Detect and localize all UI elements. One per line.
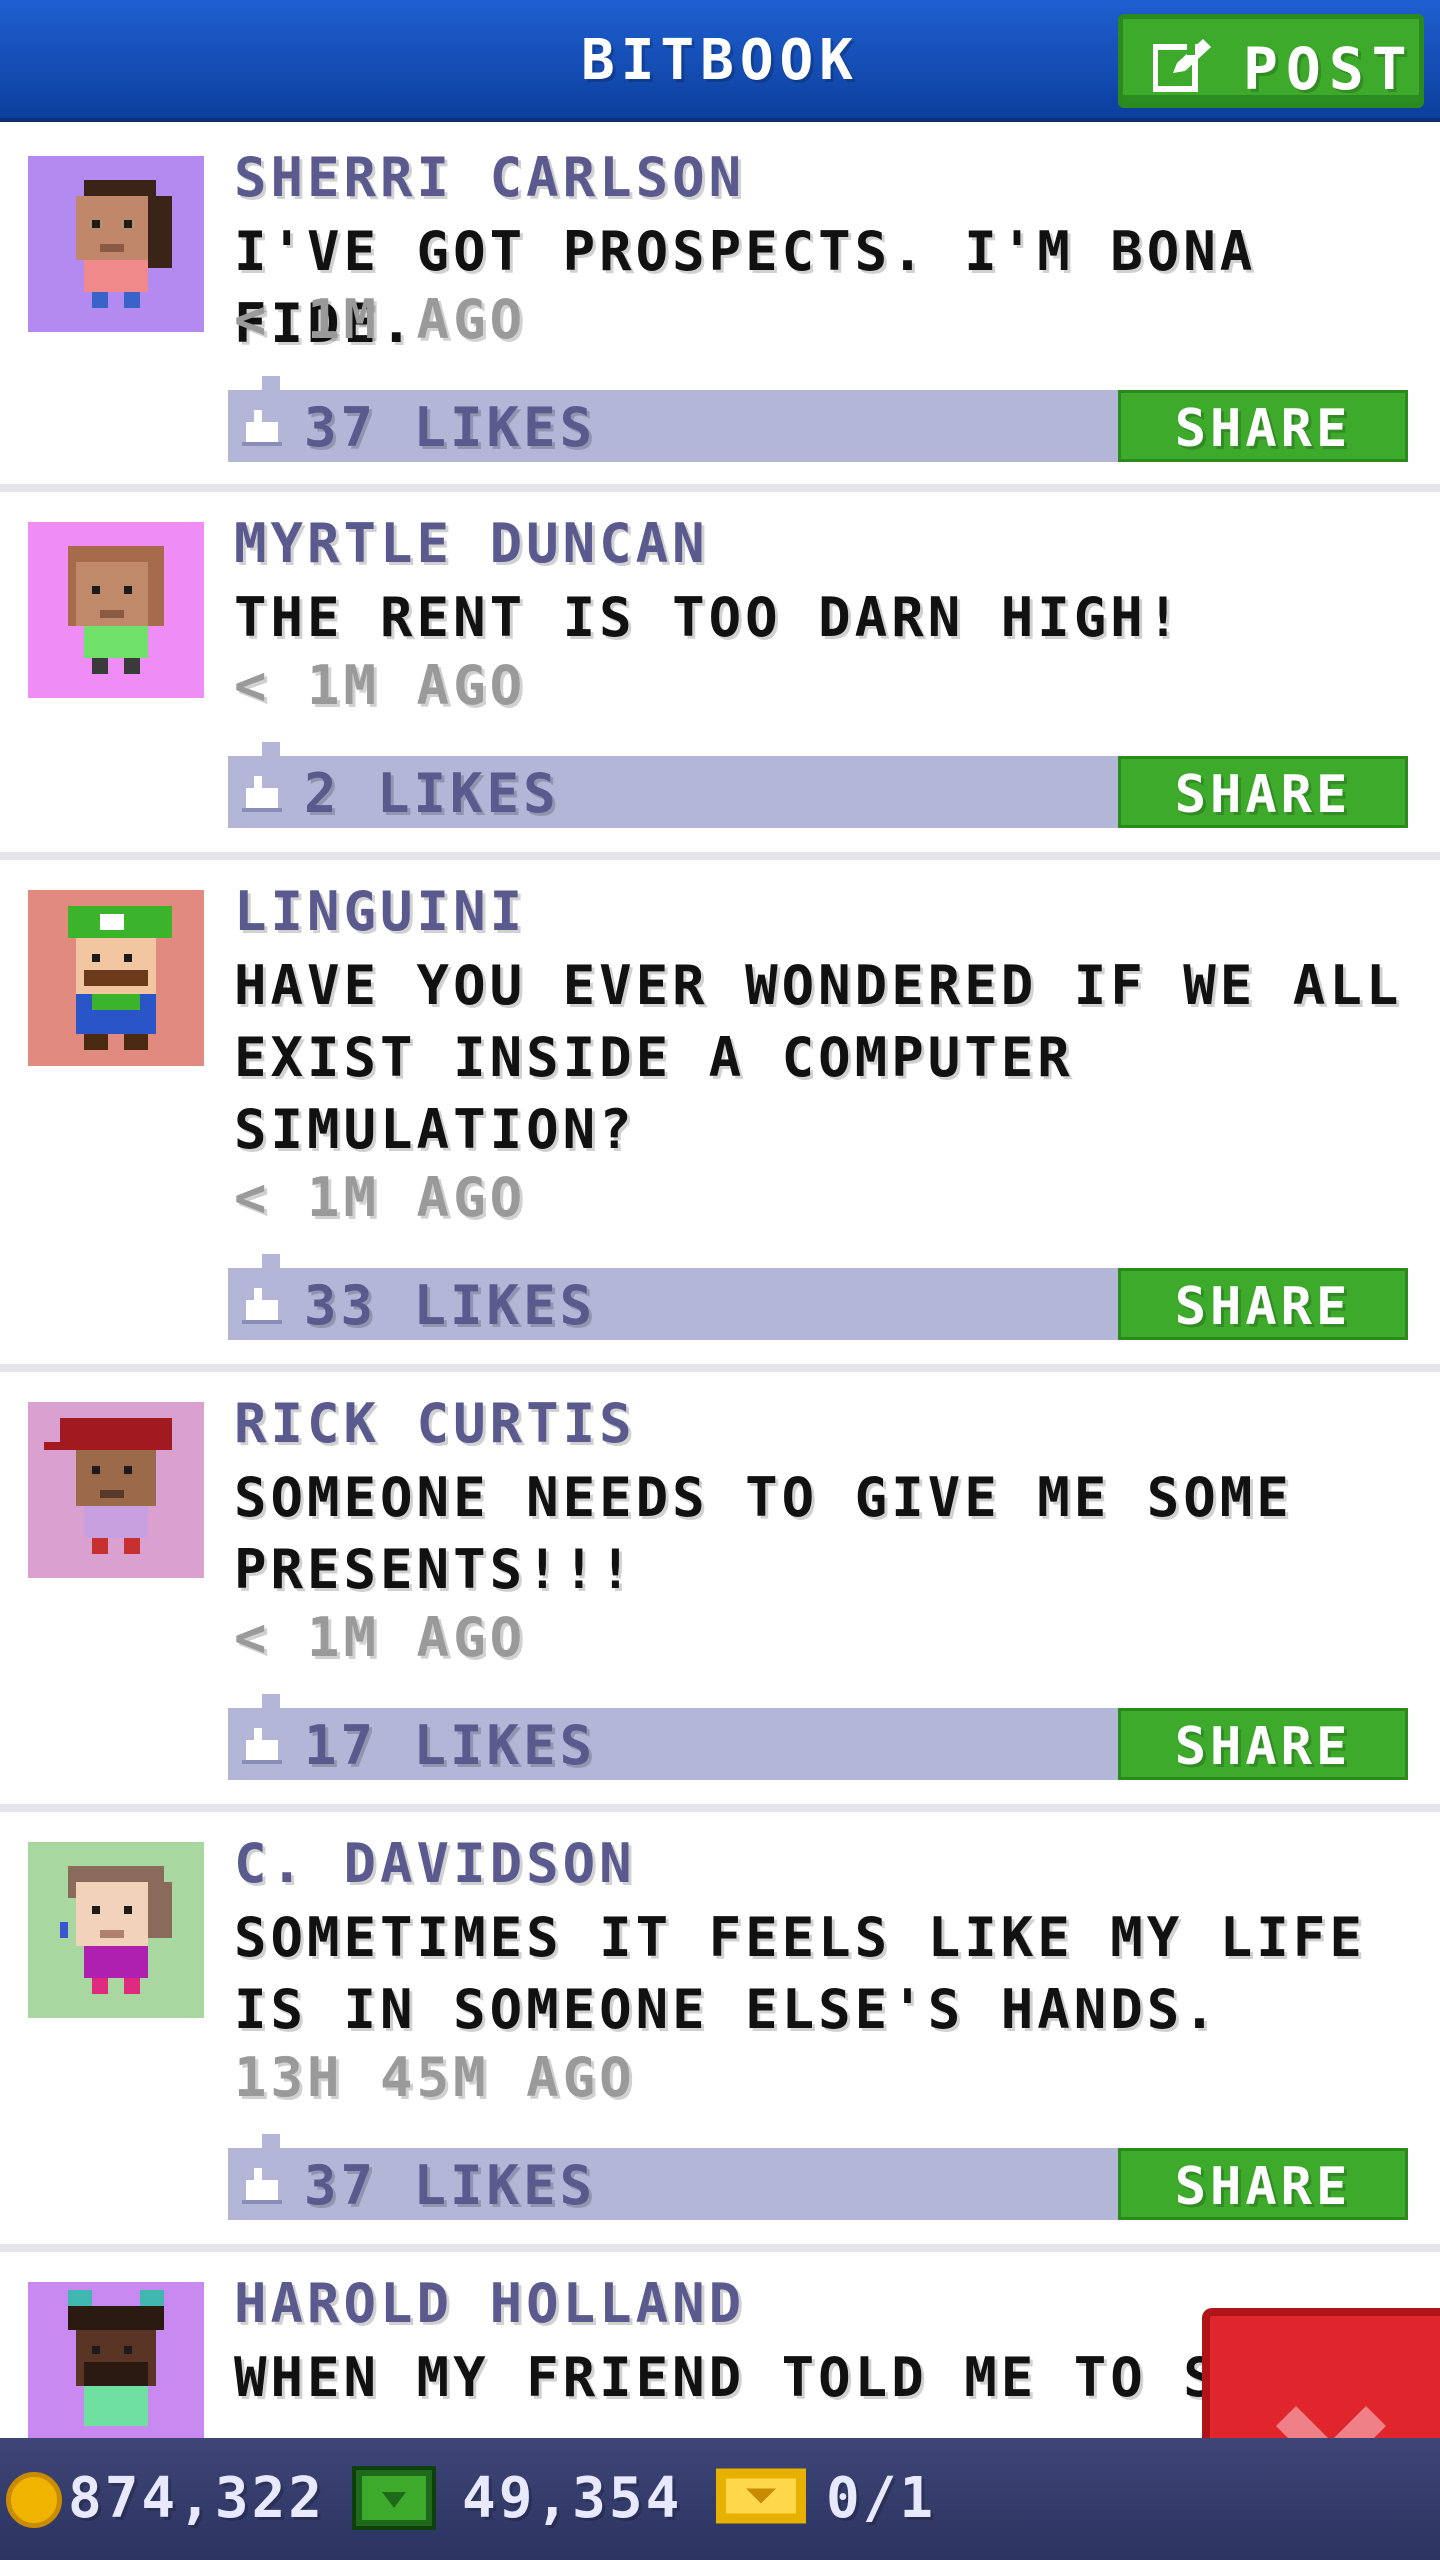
cash-icon: [352, 2466, 436, 2530]
avatar: [28, 1842, 204, 2018]
post-card: C. DAVIDSON SOMETIMES IT FEELS LIKE MY L…: [0, 1812, 1440, 2252]
post-author[interactable]: RICK CURTIS: [234, 1392, 636, 1455]
currency-bar: 874,322 49,354 0/1: [0, 2438, 1440, 2560]
post-timestamp: < 1M AGO: [234, 654, 527, 717]
likes-notch: [262, 1694, 280, 1708]
avatar: [28, 1402, 204, 1578]
share-label: SHARE: [1174, 2157, 1352, 2217]
likes-count: 17 LIKES: [304, 1714, 597, 1777]
share-button[interactable]: SHARE: [1118, 2148, 1408, 2220]
post-author[interactable]: C. DAVIDSON: [234, 1832, 636, 1895]
post-author[interactable]: SHERRI CARLSON: [234, 146, 745, 209]
share-label: SHARE: [1174, 399, 1352, 459]
cash-amount: 49,354: [462, 2466, 683, 2531]
post-label: POST: [1243, 35, 1415, 103]
likes-bar: 2 LIKES SHARE: [228, 742, 1408, 828]
ticket-icon: [716, 2468, 806, 2524]
avatar: [28, 156, 204, 332]
coins-amount: 874,322: [68, 2466, 326, 2531]
share-label: SHARE: [1174, 1717, 1352, 1777]
post-author[interactable]: HAROLD HOLLAND: [234, 2272, 745, 2335]
thumbs-up-icon: [242, 776, 282, 812]
avatar: [28, 890, 204, 1066]
share-button[interactable]: SHARE: [1118, 390, 1408, 462]
likes-count: 37 LIKES: [304, 2154, 597, 2217]
avatar: [28, 2282, 204, 2458]
post-timestamp: < 1M AGO: [234, 288, 527, 351]
thumbs-up-icon: [242, 410, 282, 446]
post-card: SHERRI CARLSON I'VE GOT PROSPECTS. I'M B…: [0, 126, 1440, 492]
likes-count: 33 LIKES: [304, 1274, 597, 1337]
avatar: [28, 522, 204, 698]
share-label: SHARE: [1174, 765, 1352, 825]
tickets-amount: 0/1: [826, 2466, 937, 2531]
post-message: HAVE YOU EVER WONDERED IF WE ALL EXIST I…: [234, 954, 1403, 1161]
share-button[interactable]: SHARE: [1118, 1268, 1408, 1340]
post-author[interactable]: MYRTLE DUNCAN: [234, 512, 709, 575]
post-timestamp: < 1M AGO: [234, 1166, 527, 1229]
likes-notch: [262, 376, 280, 390]
post-message: SOMETIMES IT FEELS LIKE MY LIFE IS IN SO…: [234, 1906, 1366, 2041]
likes-notch: [262, 2134, 280, 2148]
likes-bar: 17 LIKES SHARE: [228, 1694, 1408, 1780]
thumbs-up-icon: [242, 1288, 282, 1324]
post-timestamp: 13H 45M AGO: [234, 2046, 636, 2109]
edit-icon: [1153, 39, 1211, 92]
likes-bar: 37 LIKES SHARE: [228, 2134, 1408, 2220]
share-button[interactable]: SHARE: [1118, 1708, 1408, 1780]
thumbs-up-icon: [242, 2168, 282, 2204]
post-card: RICK CURTIS SOMEONE NEEDS TO GIVE ME SOM…: [0, 1372, 1440, 1812]
post-author[interactable]: LINGUINI: [234, 880, 526, 943]
top-bar: BITBOOK POST: [0, 0, 1440, 122]
likes-notch: [262, 742, 280, 756]
share-button[interactable]: SHARE: [1118, 756, 1408, 828]
likes-notch: [262, 1254, 280, 1268]
coin-icon: [6, 2472, 62, 2528]
post-button[interactable]: POST: [1118, 14, 1424, 108]
post-message: THE RENT IS TOO DARN HIGH!: [234, 586, 1184, 649]
thumbs-up-icon: [242, 1728, 282, 1764]
post-message: SOMEONE NEEDS TO GIVE ME SOME PRESENTS!!…: [234, 1466, 1293, 1601]
post-timestamp: < 1M AGO: [234, 1606, 527, 1669]
likes-count: 37 LIKES: [304, 396, 597, 459]
likes-count: 2 LIKES: [304, 762, 560, 825]
likes-bar: 37 LIKES SHARE: [228, 376, 1408, 462]
feed: SHERRI CARLSON I'VE GOT PROSPECTS. I'M B…: [0, 126, 1440, 2472]
post-card: MYRTLE DUNCAN THE RENT IS TOO DARN HIGH!…: [0, 492, 1440, 860]
post-card: LINGUINI HAVE YOU EVER WONDERED IF WE AL…: [0, 860, 1440, 1372]
share-label: SHARE: [1174, 1277, 1352, 1337]
likes-bar: 33 LIKES SHARE: [228, 1254, 1408, 1340]
